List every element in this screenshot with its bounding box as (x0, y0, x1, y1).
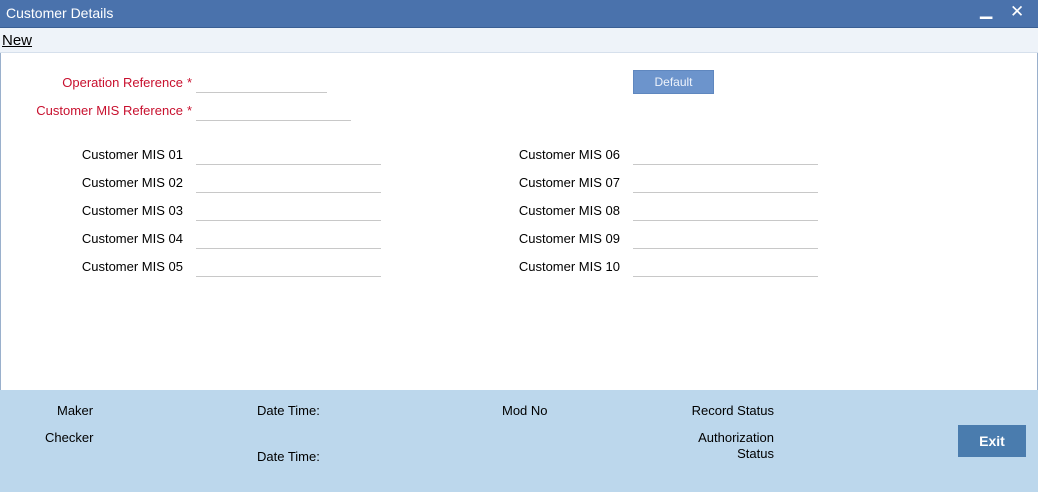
customer-mis-reference-input[interactable] (196, 101, 351, 121)
customer-mis-02-input[interactable] (196, 173, 381, 193)
customer-mis-07-input[interactable] (633, 173, 818, 193)
maker-date-time-label: Date Time: (257, 403, 320, 418)
customer-mis-03-label: Customer MIS 03 (81, 203, 183, 218)
customer-mis-01-label: Customer MIS 01 (81, 147, 183, 162)
customer-mis-10-input[interactable] (633, 257, 818, 277)
customer-mis-08-label: Customer MIS 08 (518, 203, 620, 218)
operation-reference-label: Operation Reference * (62, 75, 192, 90)
menu-bar: New (0, 28, 1038, 53)
customer-mis-09-label: Customer MIS 09 (518, 231, 620, 246)
authorization-status-label: Status (737, 446, 774, 461)
checker-date-time-label: Date Time: (257, 449, 320, 464)
customer-mis-03-input[interactable] (196, 201, 381, 221)
form-content: Operation Reference * Customer MIS Refere… (0, 53, 1038, 390)
checker-label: Checker (45, 430, 94, 445)
maker-label: Maker (57, 403, 94, 418)
customer-mis-01-input[interactable] (196, 145, 381, 165)
new-link[interactable]: New (2, 32, 32, 49)
required-marker: * (186, 103, 192, 118)
customer-mis-reference-label-text: Customer MIS Reference (36, 103, 183, 118)
customer-mis-05-input[interactable] (196, 257, 381, 277)
close-icon[interactable]: ✕ (1010, 2, 1024, 22)
customer-mis-02-label: Customer MIS 02 (81, 175, 183, 190)
customer-mis-08-input[interactable] (633, 201, 818, 221)
audit-footer: Maker Checker Date Time: Date Time: Mod … (0, 390, 1038, 492)
customer-mis-07-label: Customer MIS 07 (518, 175, 620, 190)
customer-mis-05-label: Customer MIS 05 (81, 259, 183, 274)
default-button[interactable]: Default (633, 70, 714, 94)
exit-button[interactable]: Exit (958, 425, 1026, 457)
minimize-icon[interactable]: ▁ (980, 1, 992, 21)
customer-mis-06-input[interactable] (633, 145, 818, 165)
window-title: Customer Details (6, 5, 114, 21)
customer-mis-reference-label: Customer MIS Reference * (36, 103, 192, 118)
operation-reference-input[interactable] (196, 73, 327, 93)
authorization-label: Authorization (698, 430, 774, 445)
customer-mis-04-label: Customer MIS 04 (81, 231, 183, 246)
customer-mis-10-label: Customer MIS 10 (518, 259, 620, 274)
required-marker: * (186, 75, 192, 90)
customer-mis-09-input[interactable] (633, 229, 818, 249)
mod-no-label: Mod No (502, 403, 548, 418)
customer-mis-04-input[interactable] (196, 229, 381, 249)
operation-reference-label-text: Operation Reference (62, 75, 183, 90)
record-status-label: Record Status (691, 403, 774, 418)
window-titlebar: Customer Details ▁ ✕ (0, 0, 1038, 28)
customer-mis-06-label: Customer MIS 06 (518, 147, 620, 162)
